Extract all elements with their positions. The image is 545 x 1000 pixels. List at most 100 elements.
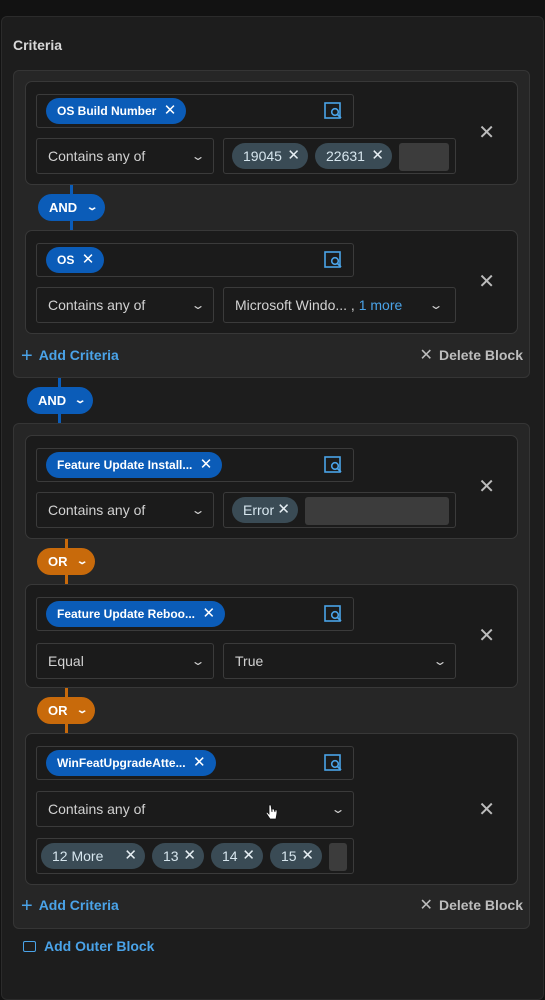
value-chip: 14 ✕ [211, 843, 263, 869]
add-block-icon [23, 941, 36, 952]
value-entry[interactable] [329, 843, 347, 871]
field-chip-label: OS [57, 253, 75, 267]
operator-select[interactable]: Contains any of ⌄ [36, 287, 214, 323]
chevron-down-icon: ⌄ [85, 202, 99, 213]
close-icon[interactable]: ✕ [242, 843, 255, 869]
operator-select[interactable]: Equal ⌄ [36, 643, 214, 679]
value-select[interactable]: True ⌄ [223, 643, 456, 679]
value-chip-label: 15 [281, 848, 297, 864]
delete-block-label: Delete Block [438, 897, 523, 913]
value-chip: 15 ✕ [270, 843, 322, 869]
operator-value: Contains any of [48, 297, 146, 313]
close-icon: ✕ [419, 347, 433, 364]
field-finder-icon[interactable] [324, 754, 344, 772]
close-icon[interactable]: ✕ [200, 452, 213, 478]
close-icon[interactable]: ✕ [183, 843, 196, 869]
close-icon[interactable]: ✕ [478, 477, 495, 497]
operator-value: Equal [48, 653, 84, 669]
add-outer-block-label: Add Outer Block [44, 938, 155, 954]
values-select[interactable]: Microsoft Windo... , 1 more ⌄ [223, 287, 456, 323]
operator-select[interactable]: Contains any of ⌄ [36, 791, 354, 827]
close-icon[interactable]: ✕ [287, 143, 300, 169]
close-icon: ✕ [419, 897, 433, 914]
close-icon[interactable]: ✕ [82, 247, 95, 273]
close-icon[interactable]: ✕ [164, 98, 177, 124]
value-chip: 19045 ✕ [232, 143, 308, 169]
field-finder-icon[interactable] [324, 605, 344, 623]
chevron-down-icon: ⌄ [432, 654, 448, 668]
criteria-card-os: OS ✕ Contains any of ⌄ Microsoft Windo..… [25, 230, 518, 334]
field-finder-icon[interactable] [324, 102, 344, 120]
add-criteria-button[interactable]: + Add Criteria [21, 893, 119, 917]
values-input[interactable]: 19045 ✕ 22631 ✕ [223, 138, 456, 174]
criteria-card-feature-update-reboot: Feature Update Reboo... ✕ Equal ⌄ True ⌄… [25, 584, 518, 688]
field-chip: OS Build Number ✕ [46, 98, 187, 124]
operator-select[interactable]: Contains any of ⌄ [36, 138, 214, 174]
chevron-down-icon: ⌄ [428, 298, 444, 312]
more-values-link[interactable]: 1 more [359, 297, 403, 313]
value-chip-label: 19045 [243, 148, 282, 164]
value-chip: Error ✕ [232, 497, 298, 523]
delete-block-button[interactable]: ✕ Delete Block [420, 895, 523, 915]
value-entry[interactable] [305, 497, 449, 525]
close-icon[interactable]: ✕ [478, 272, 495, 292]
value-text: True [235, 653, 264, 669]
join-toggle-or[interactable]: OR ⌄ [37, 697, 95, 724]
field-selector[interactable]: OS ✕ [36, 243, 354, 277]
field-selector[interactable]: Feature Update Install... ✕ [36, 448, 354, 482]
field-selector[interactable]: Feature Update Reboo... ✕ [36, 597, 354, 631]
outer-join-toggle[interactable]: AND ⌄ [27, 387, 93, 414]
close-icon[interactable]: ✕ [124, 843, 137, 869]
value-chip-label: 13 [163, 848, 179, 864]
chevron-down-icon: ⌄ [190, 654, 206, 668]
plus-icon: + [21, 345, 33, 367]
chevron-down-icon: ⌄ [190, 298, 206, 312]
close-icon[interactable]: ✕ [277, 497, 290, 523]
close-icon[interactable]: ✕ [301, 843, 314, 869]
value-chip-label: Error [243, 502, 275, 518]
delete-block-button[interactable]: ✕ Delete Block [420, 345, 523, 365]
field-finder-icon[interactable] [324, 251, 344, 269]
field-chip-label: Feature Update Reboo... [57, 607, 196, 621]
value-chip-label: 14 [222, 848, 238, 864]
operator-value: Contains any of [48, 148, 146, 164]
chevron-down-icon: ⌄ [75, 556, 89, 567]
close-icon[interactable]: ✕ [371, 143, 384, 169]
close-icon[interactable]: ✕ [478, 123, 495, 143]
criteria-card-os-build: OS Build Number ✕ Contains any of ⌄ 1904… [25, 81, 518, 185]
field-chip-label: Feature Update Install... [57, 458, 193, 472]
add-criteria-button[interactable]: + Add Criteria [21, 343, 119, 367]
join-label: OR [48, 703, 68, 718]
field-chip: WinFeatUpgradeAtte... ✕ [46, 750, 216, 776]
join-toggle-or[interactable]: OR ⌄ [37, 548, 95, 575]
mouse-cursor-icon [265, 804, 278, 820]
value-chip-label: 12 More [52, 848, 104, 864]
chevron-down-icon: ⌄ [73, 395, 87, 406]
field-selector[interactable]: WinFeatUpgradeAtte... ✕ [36, 746, 354, 780]
value-chip: 12 More ✕ [41, 843, 145, 869]
operator-select[interactable]: Contains any of ⌄ [36, 492, 214, 528]
close-icon[interactable]: ✕ [193, 750, 206, 776]
join-label: OR [48, 554, 68, 569]
field-chip: OS ✕ [46, 247, 105, 273]
close-icon[interactable]: ✕ [202, 601, 215, 627]
operator-value: Contains any of [48, 502, 146, 518]
join-toggle-and[interactable]: AND ⌄ [38, 194, 105, 221]
field-chip-label: OS Build Number [57, 104, 157, 118]
values-input[interactable]: 12 More ✕ 13 ✕ 14 ✕ 15 ✕ [36, 838, 354, 874]
values-input[interactable]: Error ✕ [223, 492, 456, 528]
delete-block-label: Delete Block [438, 347, 523, 363]
field-chip: Feature Update Reboo... ✕ [46, 601, 226, 627]
panel-title: Criteria [13, 37, 63, 53]
plus-icon: + [21, 895, 33, 917]
add-outer-block-button[interactable]: Add Outer Block [23, 938, 154, 954]
chevron-down-icon: ⌄ [190, 149, 206, 163]
value-chip: 22631 ✕ [315, 143, 392, 169]
field-selector[interactable]: OS Build Number ✕ [36, 94, 354, 128]
value-entry[interactable] [399, 143, 449, 171]
close-icon[interactable]: ✕ [478, 626, 495, 646]
field-chip-label: WinFeatUpgradeAtte... [57, 756, 186, 770]
value-chip-label: 22631 [326, 148, 365, 164]
field-finder-icon[interactable] [324, 456, 344, 474]
close-icon[interactable]: ✕ [478, 800, 495, 820]
